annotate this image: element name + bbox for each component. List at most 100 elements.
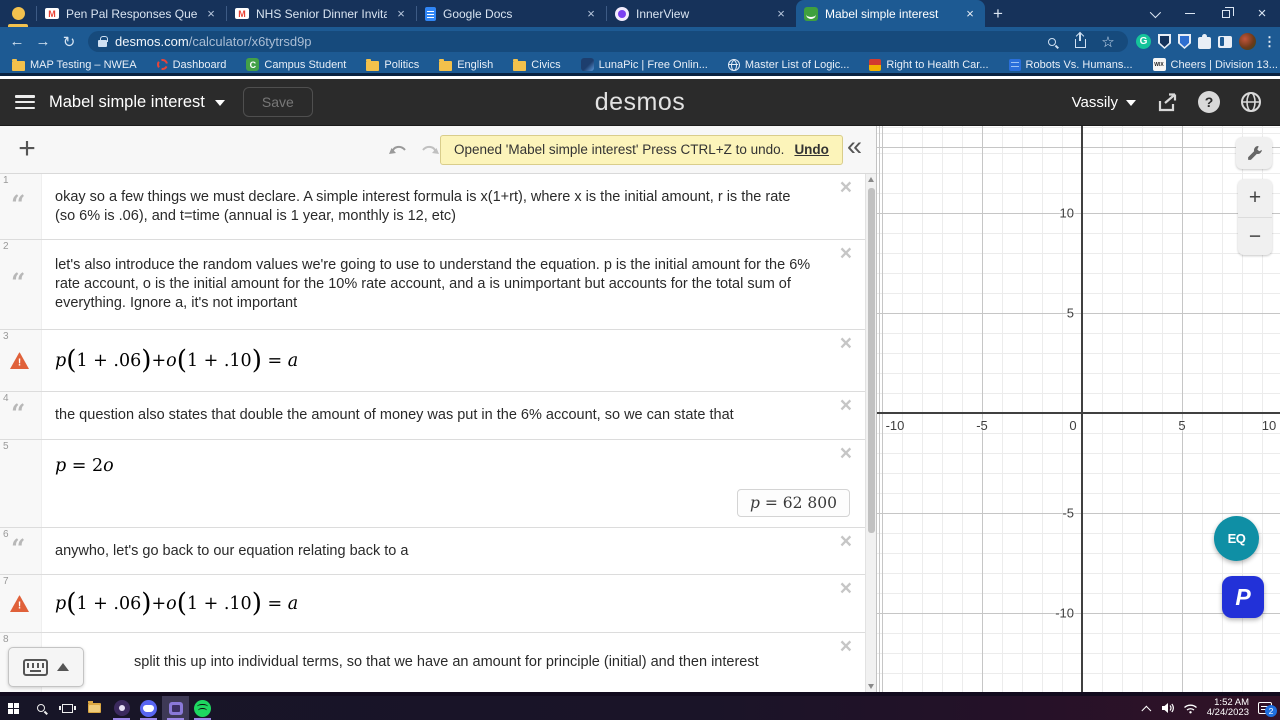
share-icon[interactable] — [1070, 32, 1090, 52]
row-gutter[interactable]: 3 — [0, 330, 42, 391]
forward-button[interactable] — [30, 33, 56, 50]
taskbar-search-button[interactable] — [27, 696, 54, 720]
row-gutter[interactable]: 5 — [0, 440, 42, 527]
tab-close-icon[interactable] — [394, 7, 408, 21]
delete-expression-icon[interactable] — [840, 244, 852, 264]
scroll-up-arrow[interactable] — [868, 177, 874, 182]
row-gutter[interactable]: 4 — [0, 392, 42, 439]
zoom-icon[interactable] — [1042, 32, 1062, 52]
tab-search-button[interactable] — [1136, 0, 1172, 27]
delete-expression-icon[interactable] — [840, 444, 852, 464]
add-expression-button[interactable] — [10, 132, 44, 166]
graph-paper[interactable]: -10 -5 0 5 10 10 5 -5 -10 P — [877, 126, 1280, 692]
delete-expression-icon[interactable] — [840, 334, 852, 354]
expression-row-1[interactable]: 1 okay so a few things we must declare. … — [0, 174, 866, 240]
zoom-in-button[interactable] — [1238, 179, 1272, 217]
scrollbar-thumb[interactable] — [867, 188, 875, 533]
tab-mabel-simple-interest[interactable]: Mabel simple interest — [796, 0, 985, 27]
reload-button[interactable] — [56, 33, 82, 51]
row-gutter[interactable]: 6 — [0, 528, 42, 574]
expression-row-5[interactable]: 5 p = 2o p = 62 800 — [0, 440, 866, 528]
wifi-icon[interactable] — [1183, 703, 1198, 714]
expression-content[interactable]: split this up into individual terms, so … — [42, 633, 866, 692]
share-graph-icon[interactable] — [1156, 92, 1178, 112]
tab-nhs-dinner[interactable]: NHS Senior Dinner Invitation - va — [227, 0, 416, 27]
active-app-button[interactable] — [162, 696, 189, 720]
expression-content[interactable]: anywho, let's go back to our equation re… — [42, 528, 866, 574]
account-menu[interactable]: Vassily — [1072, 94, 1136, 111]
scroll-down-arrow[interactable] — [868, 684, 874, 689]
tab-close-icon[interactable] — [204, 7, 218, 21]
bookmark-right-to-health[interactable]: Right to Health Car... — [869, 58, 989, 71]
delete-expression-icon[interactable] — [840, 637, 852, 657]
delete-expression-icon[interactable] — [840, 579, 852, 599]
help-icon[interactable] — [1198, 91, 1220, 113]
tab-pen-pal[interactable]: Pen Pal Responses Question - va — [37, 0, 226, 27]
expression-content[interactable]: the question also states that double the… — [42, 392, 866, 439]
back-button[interactable] — [4, 33, 30, 50]
maximize-button[interactable] — [1208, 0, 1244, 27]
expression-content[interactable]: let's also introduce the random values w… — [42, 240, 866, 329]
tab-google-docs[interactable]: Google Docs — [417, 0, 606, 27]
address-bar[interactable]: desmos.com/calculator/x6tytrsd9p — [88, 31, 1128, 52]
bookmark-cheers[interactable]: Cheers | Division 13... — [1152, 58, 1278, 71]
zoom-out-button[interactable] — [1238, 217, 1272, 255]
new-tab-button[interactable] — [985, 0, 1011, 27]
language-globe-icon[interactable] — [1240, 91, 1262, 113]
graph-settings-button[interactable] — [1236, 137, 1272, 169]
bookmark-map-testing[interactable]: MAP Testing – NWEA — [12, 58, 137, 71]
bookmark-star-icon[interactable] — [1098, 32, 1118, 52]
bookmark-campus-student[interactable]: Campus Student — [246, 58, 346, 71]
undo-icon[interactable] — [388, 141, 408, 156]
warning-triangle-icon[interactable] — [10, 352, 29, 369]
tab-innerview[interactable]: InnerView — [607, 0, 796, 27]
bookmark-lunapic[interactable]: LunaPic | Free Onlin... — [580, 58, 708, 71]
bookmark-master-list[interactable]: Master List of Logic... — [727, 58, 849, 71]
graph-title[interactable]: Mabel simple interest — [49, 93, 205, 112]
row-gutter[interactable]: 2 — [0, 240, 42, 329]
browser-menu-icon[interactable] — [1263, 34, 1273, 50]
expression-content[interactable]: p(1 + .06)+o(1 + .10) = a — [42, 575, 866, 632]
delete-expression-icon[interactable] — [840, 178, 852, 198]
equatio-button[interactable] — [1214, 516, 1259, 561]
expression-row-8[interactable]: 8 split this up into individual terms, s… — [0, 633, 866, 692]
shield-extension-icon-2[interactable] — [1178, 34, 1191, 49]
expression-row-7[interactable]: 7 p(1 + .06)+o(1 + .10) = a — [0, 575, 866, 633]
taskbar-clock[interactable]: 1:52 AM 4/24/2023 — [1207, 697, 1249, 719]
expression-row-3[interactable]: 3 p(1 + .06)+o(1 + .10) = a — [0, 330, 866, 392]
save-button[interactable]: Save — [242, 87, 313, 117]
menu-hamburger-icon[interactable] — [15, 95, 35, 109]
redo-icon[interactable] — [420, 141, 440, 156]
expression-row-4[interactable]: 4 the question also states that double t… — [0, 392, 866, 440]
tab-close-icon[interactable] — [963, 7, 977, 21]
spotify-button[interactable] — [189, 696, 216, 720]
bookmark-dashboard[interactable]: Dashboard — [156, 59, 226, 71]
pinned-tab[interactable] — [0, 0, 36, 27]
extensions-puzzle-icon[interactable] — [1198, 34, 1211, 49]
discord-button[interactable] — [135, 696, 162, 720]
tab-close-icon[interactable] — [774, 7, 788, 21]
expression-row-2[interactable]: 2 let's also introduce the random values… — [0, 240, 866, 330]
expression-row-6[interactable]: 6 anywho, let's go back to our equation … — [0, 528, 866, 575]
undo-link[interactable]: Undo — [794, 142, 829, 157]
purple-app-button[interactable] — [108, 696, 135, 720]
minimize-button[interactable] — [1172, 0, 1208, 27]
title-caret-icon[interactable] — [214, 100, 225, 106]
start-button[interactable] — [0, 696, 27, 720]
tab-close-icon[interactable] — [584, 7, 598, 21]
row-gutter[interactable]: 1 — [0, 174, 42, 239]
grammarly-icon[interactable] — [1136, 34, 1151, 49]
delete-expression-icon[interactable] — [840, 396, 852, 416]
collapse-panel-icon[interactable] — [847, 131, 862, 162]
warning-triangle-icon[interactable] — [10, 595, 29, 612]
task-view-button[interactable] — [54, 696, 81, 720]
expression-content[interactable]: p(1 + .06)+o(1 + .10) = a — [42, 330, 866, 391]
keyboard-toggle-button[interactable] — [8, 647, 84, 687]
file-explorer-button[interactable] — [81, 696, 108, 720]
expression-content[interactable]: p = 2o p = 62 800 — [42, 440, 866, 527]
expression-content[interactable]: okay so a few things we must declare. A … — [42, 174, 866, 239]
bookmark-politics[interactable]: Politics — [366, 58, 419, 71]
close-button[interactable] — [1244, 0, 1280, 27]
bookmark-civics[interactable]: Civics — [513, 58, 561, 71]
row-gutter[interactable]: 7 — [0, 575, 42, 632]
